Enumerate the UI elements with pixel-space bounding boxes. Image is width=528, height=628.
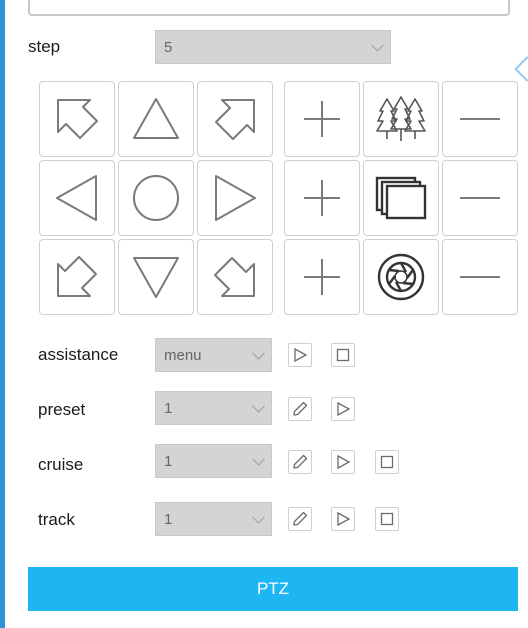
- track-select-value: 1: [164, 510, 173, 528]
- pencil-icon: [293, 454, 308, 469]
- center-button[interactable]: [118, 160, 194, 236]
- focus-icon-cell: [363, 160, 439, 236]
- assistance-start-button[interactable]: [288, 343, 312, 367]
- cruise-select-value: 1: [164, 452, 173, 470]
- assistance-label: assistance: [38, 345, 119, 364]
- assistance-select-value: menu: [164, 346, 202, 364]
- step-select[interactable]: 5: [155, 30, 391, 64]
- plus-icon: [304, 259, 340, 295]
- minus-icon: [460, 276, 500, 278]
- track-edit-button[interactable]: [288, 507, 312, 531]
- track-select[interactable]: 1: [155, 502, 272, 536]
- step-select-value: 5: [164, 38, 173, 56]
- direction-pad: [39, 81, 273, 315]
- stop-icon: [380, 455, 394, 469]
- cruise-label: cruise: [38, 455, 84, 474]
- stop-icon: [380, 512, 394, 526]
- zoom-in-button[interactable]: [284, 81, 360, 157]
- chevron-down-icon: [252, 510, 265, 524]
- cruise-select[interactable]: 1: [155, 444, 272, 478]
- left-border: [0, 0, 5, 628]
- trees-icon: [376, 96, 426, 141]
- move-down-right-button[interactable]: [197, 239, 273, 315]
- track-start-button[interactable]: [331, 507, 355, 531]
- arrow-right-icon: [215, 175, 256, 221]
- play-icon: [337, 454, 351, 470]
- move-up-left-button[interactable]: [39, 81, 115, 157]
- track-stop-button[interactable]: [375, 507, 399, 531]
- move-left-button[interactable]: [39, 160, 115, 236]
- layers-icon: [375, 176, 427, 220]
- arrow-up-icon: [133, 98, 179, 139]
- plus-icon: [304, 101, 340, 137]
- move-up-button[interactable]: [118, 81, 194, 157]
- arrow-down-right-icon: [214, 257, 255, 297]
- focus-near-button[interactable]: [284, 160, 360, 236]
- track-label: track: [38, 510, 75, 529]
- arrow-up-right-icon: [215, 99, 255, 140]
- preset-label: preset: [38, 400, 86, 419]
- aperture-icon: [377, 253, 425, 301]
- arrow-down-left-icon: [57, 256, 97, 297]
- collapse-chevron-icon[interactable]: [514, 56, 528, 82]
- assistance-stop-button[interactable]: [331, 343, 355, 367]
- circle-icon: [133, 175, 179, 221]
- top-panel-edge: [28, 0, 510, 16]
- ptz-label: PTZ: [256, 579, 290, 598]
- arrow-down-icon: [133, 257, 179, 298]
- focus-far-button[interactable]: [442, 160, 518, 236]
- zoom-icon-cell: [363, 81, 439, 157]
- preset-edit-button[interactable]: [288, 397, 312, 421]
- cruise-stop-button[interactable]: [375, 450, 399, 474]
- preset-select[interactable]: 1: [155, 391, 272, 425]
- iris-open-button[interactable]: [284, 239, 360, 315]
- minus-icon: [460, 197, 500, 199]
- step-label: step: [28, 37, 61, 56]
- ptz-tab-button[interactable]: PTZ: [28, 567, 518, 611]
- move-right-button[interactable]: [197, 160, 273, 236]
- move-down-button[interactable]: [118, 239, 194, 315]
- iris-icon-cell: [363, 239, 439, 315]
- move-up-right-button[interactable]: [197, 81, 273, 157]
- chevron-down-icon: [252, 452, 265, 466]
- zoom-out-button[interactable]: [442, 81, 518, 157]
- lens-controls: [284, 81, 518, 315]
- chevron-down-icon: [252, 346, 265, 360]
- plus-icon: [304, 180, 340, 216]
- move-down-left-button[interactable]: [39, 239, 115, 315]
- assistance-select[interactable]: menu: [155, 338, 272, 372]
- play-icon: [337, 401, 351, 417]
- iris-close-button[interactable]: [442, 239, 518, 315]
- cruise-edit-button[interactable]: [288, 450, 312, 474]
- arrow-up-left-icon: [57, 99, 98, 139]
- cruise-start-button[interactable]: [331, 450, 355, 474]
- play-icon: [294, 347, 308, 363]
- stop-icon: [336, 348, 350, 362]
- arrow-left-icon: [56, 175, 97, 221]
- preset-select-value: 1: [164, 399, 173, 417]
- play-icon: [337, 511, 351, 527]
- chevron-down-icon: [252, 399, 265, 413]
- pencil-icon: [293, 401, 308, 416]
- preset-call-button[interactable]: [331, 397, 355, 421]
- chevron-down-icon: [371, 38, 384, 52]
- pencil-icon: [293, 511, 308, 526]
- minus-icon: [460, 118, 500, 120]
